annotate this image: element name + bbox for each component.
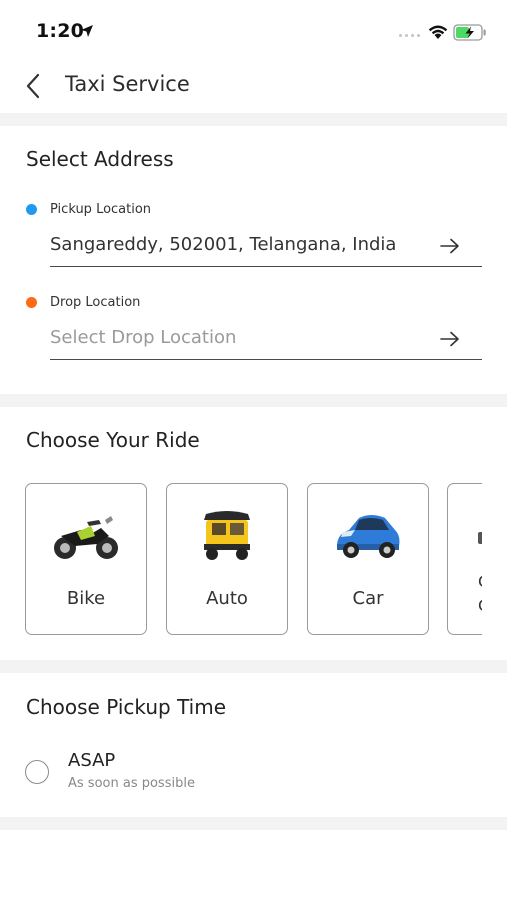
- arrow-right-icon[interactable]: [440, 238, 460, 254]
- section-separator: [0, 660, 507, 673]
- asap-label[interactable]: ASAP: [68, 750, 115, 771]
- ride-option-car[interactable]: Car: [307, 483, 429, 635]
- choose-pickup-time-title: Choose Pickup Time: [26, 695, 227, 719]
- select-address-title: Select Address: [26, 147, 174, 171]
- status-time: 1:20: [36, 20, 85, 42]
- ride-label-bike: Bike: [66, 588, 106, 609]
- ride-label-auto: Auto: [206, 588, 248, 609]
- signal-dots-icon: [399, 34, 420, 37]
- pickup-location-field[interactable]: Sangareddy, 502001, Telangana, India: [50, 228, 482, 267]
- ride-option-bike[interactable]: Bike: [25, 483, 147, 635]
- ride-option-partial[interactable]: C C: [447, 483, 482, 635]
- navigation-bar: Taxi Service: [0, 60, 507, 112]
- pickup-location-label: Pickup Location: [50, 202, 152, 217]
- section-separator: [0, 394, 507, 407]
- section-separator: [0, 817, 507, 830]
- back-button[interactable]: [20, 70, 46, 102]
- location-arrow-icon: [81, 25, 93, 37]
- ride-options-carousel[interactable]: Bike Auto Car C C: [0, 483, 482, 635]
- ride-option-auto[interactable]: Auto: [166, 483, 288, 635]
- drop-dot: [26, 297, 37, 308]
- drop-location-field[interactable]: Select Drop Location: [50, 321, 482, 360]
- drop-location-label: Drop Location: [50, 295, 141, 310]
- ride-label-car: Car: [352, 588, 384, 609]
- wifi-icon: [428, 25, 448, 39]
- vehicle-icon: [478, 532, 482, 544]
- arrow-right-icon[interactable]: [440, 331, 460, 347]
- pickup-dot: [26, 204, 37, 215]
- ride-partial-label-line1: C: [478, 572, 482, 591]
- choose-ride-title: Choose Your Ride: [26, 428, 200, 452]
- page-title: Taxi Service: [65, 72, 190, 96]
- battery-charging-icon: [453, 24, 486, 41]
- motorbike-icon: [54, 516, 118, 559]
- auto-rickshaw-icon: [204, 511, 250, 560]
- drop-location-placeholder[interactable]: Select Drop Location: [50, 327, 236, 348]
- ride-partial-label-line2: C: [478, 596, 482, 615]
- chevron-left-icon: [26, 73, 40, 99]
- car-icon: [337, 515, 400, 558]
- section-separator: [0, 113, 507, 126]
- status-bar: 1:20: [0, 0, 507, 60]
- asap-radio[interactable]: [25, 760, 49, 784]
- asap-sublabel: As soon as possible: [68, 776, 195, 791]
- pickup-location-value[interactable]: Sangareddy, 502001, Telangana, India: [50, 234, 396, 255]
